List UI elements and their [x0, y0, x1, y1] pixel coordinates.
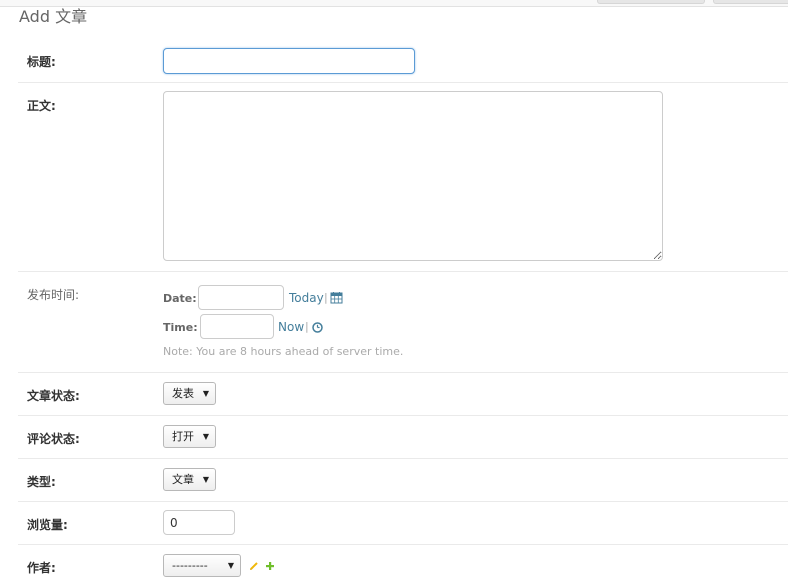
time-sublabel: Time:	[163, 321, 198, 334]
chevron-down-icon: ▼	[202, 389, 209, 398]
body-textarea[interactable]	[163, 91, 663, 261]
top-toolbar-strip	[0, 0, 788, 7]
chevron-down-icon: ▼	[202, 432, 209, 441]
pub-time-label: 发布时间:	[27, 288, 80, 302]
add-icon[interactable]	[265, 561, 275, 571]
calendar-icon[interactable]	[330, 291, 343, 304]
time-separator: |	[305, 320, 309, 333]
body-label: 正文:	[27, 99, 56, 113]
now-link[interactable]: Now	[278, 320, 304, 334]
comment-status-select[interactable]: 打开 ▼	[163, 425, 216, 448]
form-row-body: 正文:	[18, 83, 788, 272]
views-label: 浏览量:	[27, 518, 68, 532]
author-selected: ---------	[172, 559, 208, 572]
title-label: 标题:	[27, 55, 56, 69]
date-separator: |	[324, 291, 328, 304]
form-row-comment-status: 评论状态: 打开 ▼	[18, 416, 788, 459]
chevron-down-icon: ▼	[202, 475, 209, 484]
toolbar-button[interactable]	[713, 0, 788, 4]
type-label: 类型:	[27, 475, 56, 489]
comment-status-label: 评论状态:	[27, 432, 80, 446]
author-label: 作者:	[27, 561, 56, 575]
chevron-down-icon: ▼	[227, 561, 234, 570]
form-row-pub-time: 发布时间: Date: Today | Time: Now | Note: Yo…	[18, 272, 788, 373]
pencil-icon[interactable]	[249, 561, 259, 571]
form-row-title: 标题:	[18, 40, 788, 83]
form-row-type: 类型: 文章 ▼	[18, 459, 788, 502]
status-label: 文章状态:	[27, 389, 80, 403]
form-row-author: 作者: --------- ▼	[18, 545, 788, 587]
status-select[interactable]: 发表 ▼	[163, 382, 216, 405]
history-button[interactable]	[597, 0, 705, 4]
title-input[interactable]	[163, 48, 415, 74]
today-link[interactable]: Today	[289, 291, 324, 305]
form-row-status: 文章状态: 发表 ▼	[18, 373, 788, 416]
clock-icon[interactable]	[312, 322, 323, 333]
date-input[interactable]	[198, 285, 284, 310]
time-input[interactable]	[200, 314, 274, 339]
views-input[interactable]	[163, 510, 235, 535]
form-row-views: 浏览量:	[18, 502, 788, 545]
page-title: Add 文章	[19, 7, 88, 26]
date-sublabel: Date:	[163, 292, 197, 305]
status-selected: 发表	[172, 387, 194, 400]
type-selected: 文章	[172, 473, 194, 486]
author-select[interactable]: --------- ▼	[163, 554, 241, 577]
server-time-note: Note: You are 8 hours ahead of server ti…	[163, 345, 404, 358]
comment-status-selected: 打开	[172, 430, 194, 443]
type-select[interactable]: 文章 ▼	[163, 468, 216, 491]
